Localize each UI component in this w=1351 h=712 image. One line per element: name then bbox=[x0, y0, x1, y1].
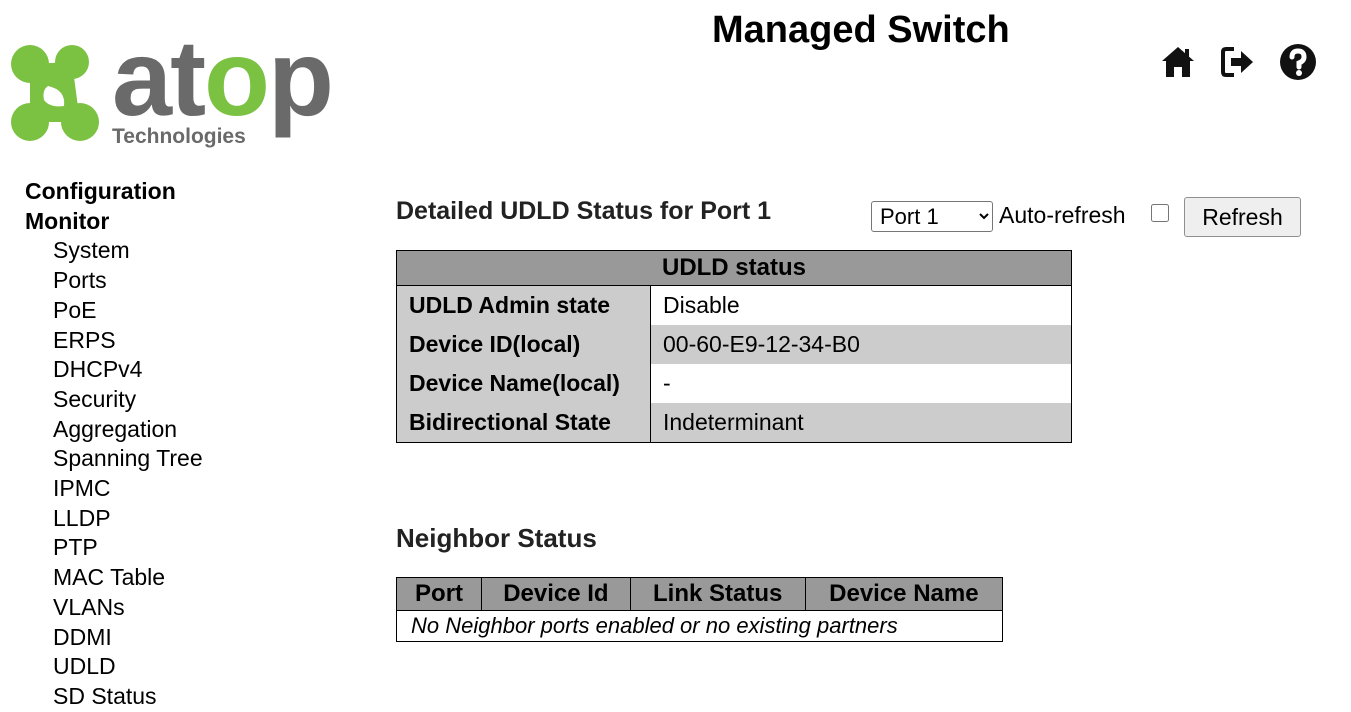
menu-monitor[interactable]: Monitor bbox=[25, 207, 203, 237]
menu-item-aggregation[interactable]: Aggregation bbox=[25, 415, 203, 445]
logout-icon[interactable] bbox=[1218, 42, 1258, 82]
device-id-key: Device ID(local) bbox=[396, 325, 651, 364]
auto-refresh-label: Auto-refresh bbox=[999, 202, 1126, 228]
menu-item-ipmc[interactable]: IPMC bbox=[25, 474, 203, 504]
sidebar-menu: Configuration Monitor System Ports PoE E… bbox=[25, 177, 203, 712]
udld-admin-state-value: Disable bbox=[650, 285, 1072, 325]
menu-item-mac-table[interactable]: MAC Table bbox=[25, 563, 203, 593]
logo-mark bbox=[11, 45, 99, 141]
menu-item-lldp[interactable]: LLDP bbox=[25, 504, 203, 534]
bidirectional-state-value: Indeterminant bbox=[650, 403, 1072, 443]
device-name-key: Device Name(local) bbox=[396, 364, 651, 403]
neighbor-status-table: Port Device Id Link Status Device Name N… bbox=[395, 577, 1004, 642]
menu-item-spanning-tree[interactable]: Spanning Tree bbox=[25, 444, 203, 474]
device-name-value: - bbox=[650, 364, 1072, 403]
column-link-status: Link Status bbox=[629, 577, 806, 611]
logo-subtitle: Technologies bbox=[112, 125, 246, 148]
menu-item-ports[interactable]: Ports bbox=[25, 266, 203, 296]
column-port: Port bbox=[395, 577, 483, 611]
refresh-button[interactable]: Refresh bbox=[1184, 197, 1301, 237]
udld-table-header: UDLD status bbox=[396, 250, 1072, 286]
menu-item-ptp[interactable]: PTP bbox=[25, 533, 203, 563]
home-icon[interactable] bbox=[1158, 42, 1198, 82]
neighbor-status-title: Neighbor Status bbox=[396, 523, 597, 553]
auto-refresh-checkbox[interactable] bbox=[1151, 204, 1169, 222]
bidirectional-state-key: Bidirectional State bbox=[396, 403, 651, 443]
udld-admin-state-key: UDLD Admin state bbox=[396, 285, 651, 325]
logo-wordmark: atop bbox=[112, 17, 334, 138]
neighbor-empty-message: No Neighbor ports enabled or no existing… bbox=[396, 610, 1003, 642]
atop-logo: atop Technologies bbox=[8, 24, 338, 150]
column-device-name: Device Name bbox=[804, 577, 1004, 611]
menu-configuration[interactable]: Configuration bbox=[25, 177, 203, 207]
menu-item-sd-status[interactable]: SD Status bbox=[25, 682, 203, 712]
menu-item-udld[interactable]: UDLD bbox=[25, 652, 203, 682]
udld-status-table: UDLD status UDLD Admin state Disable Dev… bbox=[396, 250, 1072, 443]
app-title: Managed Switch bbox=[712, 9, 1010, 51]
header-icons bbox=[1158, 42, 1318, 82]
column-device-id: Device Id bbox=[481, 577, 631, 611]
menu-item-system[interactable]: System bbox=[25, 236, 203, 266]
page-title: Detailed UDLD Status for Port 1 bbox=[396, 197, 772, 225]
menu-item-ddmi[interactable]: DDMI bbox=[25, 623, 203, 653]
help-icon[interactable] bbox=[1278, 42, 1318, 82]
menu-item-erps[interactable]: ERPS bbox=[25, 326, 203, 356]
device-id-value: 00-60-E9-12-34-B0 bbox=[650, 325, 1072, 364]
menu-item-dhcpv4[interactable]: DHCPv4 bbox=[25, 355, 203, 385]
port-select[interactable]: Port 1 bbox=[871, 201, 993, 232]
menu-item-vlans[interactable]: VLANs bbox=[25, 593, 203, 623]
menu-item-security[interactable]: Security bbox=[25, 385, 203, 415]
menu-item-poe[interactable]: PoE bbox=[25, 296, 203, 326]
